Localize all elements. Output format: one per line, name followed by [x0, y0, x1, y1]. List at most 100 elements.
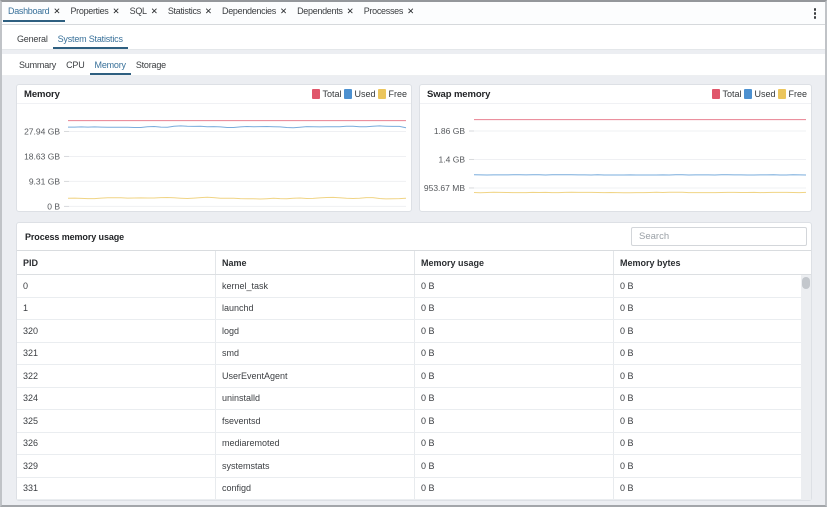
- table-scrollbar[interactable]: [801, 275, 811, 500]
- cell-memory-usage: 0 B: [415, 478, 614, 500]
- table-row[interactable]: 329systemstats0 B0 B: [17, 455, 801, 478]
- cell-pid: 322: [17, 365, 216, 387]
- tab-label: Processes: [364, 6, 403, 16]
- cell-memory-bytes: 0 B: [614, 343, 801, 365]
- legend-label: Free: [788, 89, 807, 99]
- memory-chart-title: Memory: [24, 89, 60, 100]
- tab-system-statistics[interactable]: System Statistics: [53, 29, 128, 49]
- cell-memory-bytes: 0 B: [614, 298, 801, 320]
- table-row[interactable]: 322UserEventAgent0 B0 B: [17, 365, 801, 388]
- table-row[interactable]: 1launchd0 B0 B: [17, 298, 801, 321]
- column-header-name[interactable]: Name: [216, 251, 415, 274]
- table-row[interactable]: 321smd0 B0 B: [17, 343, 801, 366]
- table-row[interactable]: 320logd0 B0 B: [17, 320, 801, 343]
- tab-storage[interactable]: Storage: [131, 54, 171, 75]
- cell-name: logd: [216, 320, 415, 342]
- tab-close-icon[interactable]: ✕: [407, 7, 414, 16]
- total-color-swatch: [712, 89, 720, 99]
- cell-memory-bytes: 0 B: [614, 433, 801, 455]
- tab-label: Dashboard: [8, 6, 49, 16]
- tab-cpu[interactable]: CPU: [61, 54, 89, 75]
- tab-dependencies[interactable]: Dependencies✕: [217, 2, 292, 20]
- free-color-swatch: [378, 89, 386, 99]
- free-color-swatch: [778, 89, 786, 99]
- cell-memory-bytes: 0 B: [614, 478, 801, 500]
- panel-tab-bar: Dashboard✕Properties✕SQL✕Statistics✕Depe…: [2, 2, 825, 25]
- legend-label: Total: [322, 89, 341, 99]
- cell-pid: 320: [17, 320, 216, 342]
- cell-memory-usage: 0 B: [415, 455, 614, 477]
- process-panel-title: Process memory usage: [25, 232, 124, 242]
- legend-item-free: Free: [778, 89, 807, 99]
- cell-memory-usage: 0 B: [415, 298, 614, 320]
- tab-statistics[interactable]: Statistics ✕: [163, 2, 217, 20]
- kebab-menu-icon[interactable]: [807, 5, 823, 22]
- table-row[interactable]: 331configd0 B0 B: [17, 478, 801, 501]
- legend-label: Total: [722, 89, 741, 99]
- cell-memory-bytes: 0 B: [614, 388, 801, 410]
- memory-line-chart: 27.94 GB18.63 GB9.31 GB0 B: [17, 104, 411, 210]
- tab-summary[interactable]: Summary: [14, 54, 61, 75]
- tab-label: Dependents: [297, 6, 343, 16]
- table-row[interactable]: 326mediaremoted0 B0 B: [17, 433, 801, 456]
- cell-memory-bytes: 0 B: [614, 455, 801, 477]
- tab-memory[interactable]: Memory: [90, 54, 131, 75]
- tab-close-icon[interactable]: ✕: [205, 7, 212, 16]
- swap-memory-line-chart: 1.86 GB1.4 GB953.67 MB: [420, 104, 811, 210]
- tab-close-icon[interactable]: ✕: [113, 7, 120, 16]
- tab-close-icon[interactable]: ✕: [280, 7, 287, 16]
- memory-chart-legend: Total Used Free: [309, 89, 407, 99]
- cell-name: mediaremoted: [216, 433, 415, 455]
- column-header-pid[interactable]: PID: [17, 251, 216, 274]
- tab-close-icon[interactable]: ✕: [347, 7, 354, 16]
- svg-text:0 B: 0 B: [47, 201, 60, 210]
- cell-memory-usage: 0 B: [415, 320, 614, 342]
- cell-pid: 324: [17, 388, 216, 410]
- cell-name: smd: [216, 343, 415, 365]
- cell-memory-usage: 0 B: [415, 275, 614, 297]
- cell-name: fseventsd: [216, 410, 415, 432]
- svg-text:18.63 GB: 18.63 GB: [24, 151, 60, 161]
- table-row[interactable]: 325fseventsd0 B0 B: [17, 410, 801, 433]
- cell-memory-usage: 0 B: [415, 433, 614, 455]
- used-color-swatch: [344, 89, 352, 99]
- tab-close-icon[interactable]: ✕: [53, 7, 60, 16]
- table-row[interactable]: 0kernel_task0 B0 B: [17, 275, 801, 298]
- tab-general[interactable]: General: [12, 29, 53, 49]
- cell-name: kernel_task: [216, 275, 415, 297]
- tab-dashboard[interactable]: Dashboard ✕: [3, 2, 65, 20]
- column-header-memory-usage[interactable]: Memory usage: [415, 251, 614, 274]
- cell-name: systemstats: [216, 455, 415, 477]
- legend-label: Free: [388, 89, 407, 99]
- dashboard-tab-bar: GeneralSystem Statistics: [2, 25, 825, 50]
- cell-memory-usage: 0 B: [415, 388, 614, 410]
- cell-memory-bytes: 0 B: [614, 365, 801, 387]
- process-memory-usage-panel: Process memory usage PIDNameMemory usage…: [16, 222, 812, 501]
- cell-memory-bytes: 0 B: [614, 275, 801, 297]
- tab-label: Statistics: [168, 6, 201, 16]
- tab-properties[interactable]: Properties✕: [65, 2, 124, 20]
- search-input[interactable]: [631, 227, 807, 246]
- tab-sql[interactable]: SQL✕: [125, 2, 163, 20]
- tab-dependents[interactable]: Dependents ✕: [292, 2, 359, 20]
- tab-close-icon[interactable]: ✕: [151, 7, 158, 16]
- table-row[interactable]: 324uninstalld0 B0 B: [17, 388, 801, 411]
- svg-text:9.31 GB: 9.31 GB: [29, 176, 61, 186]
- cell-pid: 0: [17, 275, 216, 297]
- cell-pid: 321: [17, 343, 216, 365]
- tab-processes[interactable]: Processes ✕: [359, 2, 419, 20]
- system-statistics-tab-bar: SummaryCPUMemoryStorage: [2, 54, 825, 76]
- legend-label: Used: [354, 89, 375, 99]
- legend-item-total: Total: [712, 89, 742, 99]
- svg-text:1.86 GB: 1.86 GB: [434, 126, 466, 136]
- process-table-header: PIDNameMemory usageMemory bytes: [17, 251, 811, 275]
- legend-item-total: Total: [312, 89, 342, 99]
- process-table-body: 0kernel_task0 B0 B1launchd0 B0 B320logd0…: [17, 275, 801, 500]
- cell-memory-bytes: 0 B: [614, 410, 801, 432]
- swap-memory-chart-panel: Swap memory TotalUsedFree 1.86 GB1.4 GB9…: [419, 84, 812, 212]
- scrollbar-thumb[interactable]: [802, 277, 810, 289]
- cell-name: configd: [216, 478, 415, 500]
- column-header-memory-bytes[interactable]: Memory bytes: [614, 251, 811, 274]
- cell-memory-bytes: 0 B: [614, 320, 801, 342]
- pgadmin-dashboard-window: { "window": { "kebab_menu_icon": "kebab-…: [0, 0, 827, 507]
